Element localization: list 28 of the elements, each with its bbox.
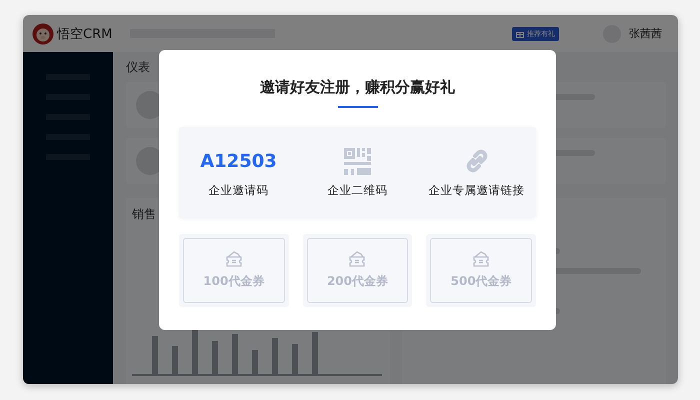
user-name[interactable]: 张茜茜 (629, 26, 662, 41)
section-heading: 仪表 (126, 59, 151, 76)
option-label: 企业邀请码 (208, 183, 268, 198)
chart-bar (292, 344, 298, 374)
dialog-title: 邀请好友注册，赚积分赢好礼 (260, 78, 455, 97)
chart-bar (152, 336, 158, 374)
wallet-icon (472, 251, 490, 268)
logo-text: 悟空CRM (57, 26, 112, 42)
title-underline (338, 106, 378, 108)
voucher-card[interactable]: 100代金券 (183, 238, 285, 303)
wallet-icon (348, 251, 366, 268)
qr-code-icon (344, 148, 371, 174)
voucher-card[interactable]: 200代金券 (306, 238, 408, 303)
invite-code: A12503 (200, 150, 277, 172)
wallet-icon (224, 251, 243, 268)
gift-icon (516, 30, 524, 38)
voucher-card[interactable]: 500代金券 (430, 238, 532, 303)
chart-bar (212, 341, 218, 374)
chart-bar (252, 350, 258, 374)
monkey-logo-icon (32, 22, 54, 44)
chart-bar (312, 332, 318, 374)
chart-bar (272, 338, 278, 374)
chart-bar (192, 328, 198, 374)
option-label: 企业专属邀请链接 (428, 183, 524, 198)
option-label: 企业二维码 (328, 183, 388, 198)
chart-bar (172, 346, 178, 374)
chart-bar (232, 334, 238, 374)
section-heading: 销售 (132, 206, 157, 223)
